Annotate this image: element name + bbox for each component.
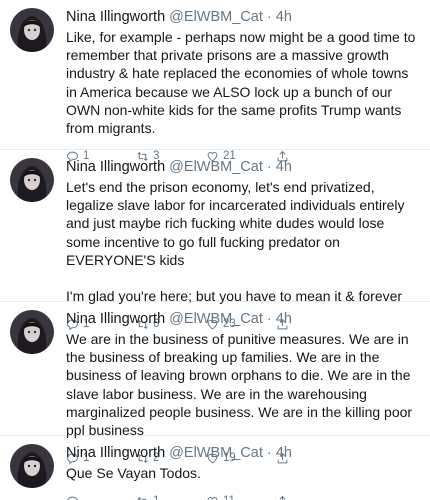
retweet-icon [137, 496, 147, 500]
retweet-count: 1 [153, 495, 159, 500]
tweet-header: Nina Illingworth @ElWBM_Cat · 4h [66, 158, 422, 176]
user-handle[interactable]: @ElWBM_Cat [169, 159, 263, 175]
share-icon [279, 495, 286, 500]
tweet-paragraph: We are in the business of punitive measu… [66, 331, 413, 439]
retweet-button[interactable]: 1 [136, 495, 206, 500]
display-name[interactable]: Nina Illingworth [66, 159, 165, 175]
avatar-column [10, 310, 60, 435]
tweet-content: Nina Illingworth @ElWBM_Cat · 4h Que Se … [60, 444, 422, 500]
avatar[interactable] [10, 8, 54, 52]
display-name[interactable]: Nina Illingworth [66, 445, 165, 461]
tweet[interactable]: Nina Illingworth @ElWBM_Cat · 4h We are … [0, 302, 430, 464]
heart-icon [207, 496, 218, 500]
avatar-column [10, 8, 60, 149]
user-handle[interactable]: @ElWBM_Cat [169, 9, 263, 25]
tweet-paragraph: Que Se Vayan Todos. [66, 465, 201, 481]
tweet-content: Nina Illingworth @ElWBM_Cat · 4h We are … [60, 310, 422, 464]
separator-dot: · [266, 311, 272, 327]
tweet-paragraph: Let's end the prison economy, let's end … [66, 179, 405, 268]
separator-dot: · [266, 9, 272, 25]
reply-icon [67, 496, 78, 500]
display-name[interactable]: Nina Illingworth [66, 9, 165, 25]
like-button[interactable]: 11 [206, 495, 276, 500]
display-name[interactable]: Nina Illingworth [66, 311, 165, 327]
tweet-text: Like, for example - perhaps now might be… [66, 28, 422, 137]
tweet-paragraph: Like, for example - perhaps now might be… [66, 29, 416, 137]
tweet[interactable]: Nina Illingworth @ElWBM_Cat · 4h Like, f… [0, 0, 430, 162]
avatar-column [10, 444, 60, 500]
avatar[interactable] [10, 158, 54, 202]
tweet-actions: 1 11 [66, 488, 422, 500]
tweet-text: Let's end the prison economy, let's end … [66, 178, 422, 305]
tweet[interactable]: Nina Illingworth @ElWBM_Cat · 4h Let's e… [0, 150, 430, 330]
avatar[interactable] [10, 310, 54, 354]
tweet-header: Nina Illingworth @ElWBM_Cat · 4h [66, 444, 422, 462]
user-handle[interactable]: @ElWBM_Cat [169, 445, 263, 461]
tweet-content: Nina Illingworth @ElWBM_Cat · 4h Let's e… [60, 158, 422, 330]
timestamp[interactable]: 4h [276, 445, 292, 461]
user-handle[interactable]: @ElWBM_Cat [169, 311, 263, 327]
tweet-thread: Nina Illingworth @ElWBM_Cat · 4h Like, f… [0, 0, 430, 500]
tweet-content: Nina Illingworth @ElWBM_Cat · 4h Like, f… [60, 8, 422, 162]
like-count: 11 [223, 495, 235, 500]
tweet-header: Nina Illingworth @ElWBM_Cat · 4h [66, 310, 422, 328]
tweet-text: Que Se Vayan Todos. [66, 464, 422, 482]
avatar[interactable] [10, 444, 54, 488]
separator-dot: · [266, 445, 272, 461]
separator-dot: · [266, 159, 272, 175]
avatar-column [10, 158, 60, 301]
tweet[interactable]: Nina Illingworth @ElWBM_Cat · 4h Que Se … [0, 436, 430, 500]
timestamp[interactable]: 4h [276, 9, 292, 25]
share-button[interactable] [276, 495, 293, 500]
tweet-text: We are in the business of punitive measu… [66, 330, 422, 439]
reply-button[interactable] [66, 495, 136, 500]
timestamp[interactable]: 4h [276, 159, 292, 175]
timestamp[interactable]: 4h [276, 311, 292, 327]
tweet-header: Nina Illingworth @ElWBM_Cat · 4h [66, 8, 422, 26]
